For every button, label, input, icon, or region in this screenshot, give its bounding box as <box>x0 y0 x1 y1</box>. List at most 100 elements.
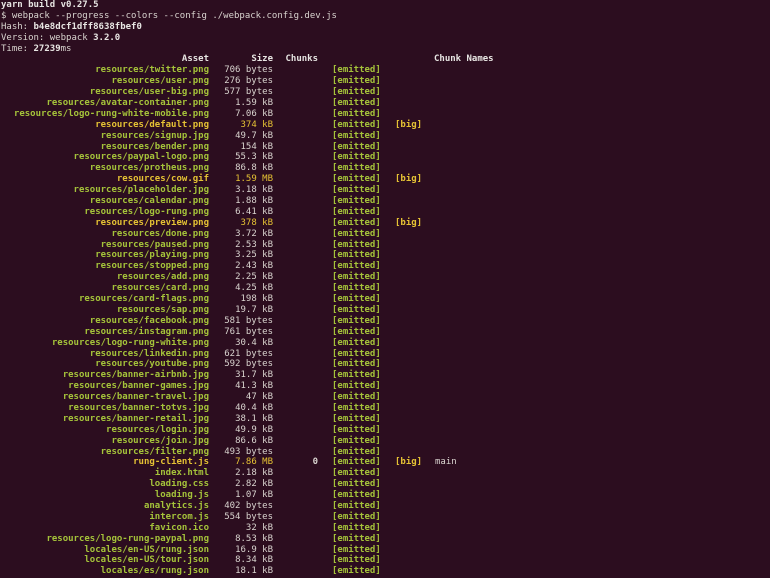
asset-size: 592 bytes <box>224 359 273 370</box>
emitted-status: [emitted] <box>332 163 381 174</box>
terminal-window[interactable]: yarn build v0.27.5 $ webpack --progress … <box>0 0 770 578</box>
emitted-status: [emitted] <box>332 315 381 326</box>
asset-name: resources/join.jpg <box>111 435 209 446</box>
big-flag: [big] <box>395 217 423 228</box>
asset-name: rung-client.js <box>133 457 209 468</box>
table-row: resources/logo-rung.png 6.41 kB [emitted] <box>1 207 770 218</box>
asset-name: resources/linkedin.png <box>89 348 209 359</box>
emitted-status: [emitted] <box>332 522 381 533</box>
asset-size: 55.3 kB <box>235 152 273 163</box>
emitted-status: [emitted] <box>332 500 381 511</box>
asset-name: locales/en-US/tour.json <box>84 555 209 566</box>
asset-size: 1.88 kB <box>235 196 273 207</box>
emitted-status: [emitted] <box>332 272 381 283</box>
asset-size: 49.9 kB <box>235 424 273 435</box>
asset-table-header: Asset Size Chunks Chunk Names <box>1 54 770 65</box>
emitted-status: [emitted] <box>332 130 381 141</box>
asset-name: resources/default.png <box>95 119 209 130</box>
asset-name: resources/logo-rung-white-mobile.png <box>13 108 209 119</box>
table-row: resources/youtube.png 592 bytes [emitted] <box>1 359 770 370</box>
asset-size: 2.18 kB <box>235 468 273 479</box>
chunks-column-header: Chunks <box>285 54 318 65</box>
table-row: resources/stopped.png 2.43 kB [emitted] <box>1 261 770 272</box>
emitted-status: [emitted] <box>332 87 381 98</box>
yarn-version-line: yarn build v0.27.5 <box>1 0 99 10</box>
asset-name: resources/facebook.png <box>89 315 209 326</box>
asset-name: resources/user.png <box>111 76 209 87</box>
chunk-names-column-header: Chunk Names <box>434 54 494 65</box>
table-row: rung-client.js 7.86 MB 0 [emitted] [big] main <box>1 457 770 468</box>
big-flag: [big] <box>395 119 423 130</box>
table-row: resources/banner-airbnb.jpg 31.7 kB [emitt… <box>1 370 770 381</box>
time-label: Time: <box>1 43 34 54</box>
emitted-status: [emitted] <box>332 435 381 446</box>
asset-size: 7.06 kB <box>235 108 273 119</box>
asset-name: intercom.js <box>149 511 209 522</box>
asset-size: 38.1 kB <box>235 413 273 424</box>
emitted-status: [emitted] <box>332 533 381 544</box>
asset-size: 276 bytes <box>224 76 273 87</box>
asset-name: analytics.js <box>143 500 209 511</box>
asset-name: resources/login.jpg <box>106 424 209 435</box>
asset-name: resources/bender.png <box>100 141 209 152</box>
asset-size: 706 bytes <box>224 65 273 76</box>
asset-size: 8.34 kB <box>235 555 273 566</box>
table-row: analytics.js 402 bytes [emitted] <box>1 501 770 512</box>
asset-name: resources/card.png <box>111 283 209 294</box>
asset-size: 6.41 kB <box>235 206 273 217</box>
asset-name: loading.js <box>154 490 209 501</box>
asset-size: 19.7 kB <box>235 304 273 315</box>
asset-size: 1.59 MB <box>235 174 273 185</box>
version-label: Version: webpack <box>1 32 94 43</box>
asset-size: 47 kB <box>245 392 273 403</box>
table-row: resources/banner-totvs.jpg 40.4 kB [emitte… <box>1 403 770 414</box>
table-row: resources/user.png 276 bytes [emitted] <box>1 76 770 87</box>
table-row: resources/bender.png 154 kB [emitted] <box>1 142 770 153</box>
emitted-status: [emitted] <box>332 337 381 348</box>
asset-size: 2.82 kB <box>235 479 273 490</box>
asset-name: resources/playing.png <box>95 250 209 261</box>
asset-size: 41.3 kB <box>235 381 273 392</box>
table-row: resources/done.png 3.72 kB [emitted] <box>1 229 770 240</box>
asset-name: resources/add.png <box>116 272 209 283</box>
emitted-status: [emitted] <box>332 217 381 228</box>
asset-size: 198 kB <box>240 294 273 305</box>
emitted-status: [emitted] <box>332 76 381 87</box>
asset-name: resources/logo-rung-paypal.png <box>46 533 209 544</box>
table-row: resources/add.png 2.25 kB [emitted] <box>1 272 770 283</box>
table-row: locales/en-US/tour.json 8.34 kB [emitted] <box>1 555 770 566</box>
size-column-header: Size <box>251 54 273 65</box>
table-row: loading.js 1.07 kB [emitted] <box>1 490 770 501</box>
asset-size: 374 kB <box>240 119 273 130</box>
asset-name: resources/cow.gif <box>116 174 209 185</box>
emitted-status: [emitted] <box>332 141 381 152</box>
asset-name: resources/placeholder.jpg <box>73 185 209 196</box>
table-row: resources/filter.png 493 bytes [emitted] <box>1 447 770 458</box>
table-row: resources/paused.png 2.53 kB [emitted] <box>1 240 770 251</box>
emitted-status: [emitted] <box>332 392 381 403</box>
emitted-status: [emitted] <box>332 359 381 370</box>
version-line: Version: webpack 3.2.0 <box>1 33 770 44</box>
table-row: resources/logo-rung-white-mobile.png 7.06… <box>1 109 770 120</box>
asset-name: resources/banner-travel.jpg <box>62 392 209 403</box>
emitted-status: [emitted] <box>332 402 381 413</box>
asset-name: locales/en-US/rung.json <box>84 544 209 555</box>
asset-chunks: 0 <box>312 457 318 468</box>
asset-name: index.html <box>154 468 209 479</box>
table-row: resources/banner-travel.jpg 47 kB [emitted… <box>1 392 770 403</box>
asset-name: resources/sap.png <box>116 304 209 315</box>
asset-name: resources/paused.png <box>100 239 209 250</box>
asset-size: 2.43 kB <box>235 261 273 272</box>
asset-size: 7.86 MB <box>235 457 273 468</box>
asset-name: resources/filter.png <box>100 446 209 457</box>
chunk-names: main <box>435 457 457 468</box>
asset-size: 761 bytes <box>224 326 273 337</box>
asset-name: resources/preview.png <box>95 217 209 228</box>
table-row: favicon.ico 32 kB [emitted] <box>1 523 770 534</box>
emitted-status: [emitted] <box>332 381 381 392</box>
table-row: resources/logo-rung-white.png 30.4 kB [emi… <box>1 338 770 349</box>
emitted-status: [emitted] <box>332 185 381 196</box>
asset-name: favicon.ico <box>149 522 209 533</box>
asset-size: 402 bytes <box>224 500 273 511</box>
emitted-status: [emitted] <box>332 326 381 337</box>
